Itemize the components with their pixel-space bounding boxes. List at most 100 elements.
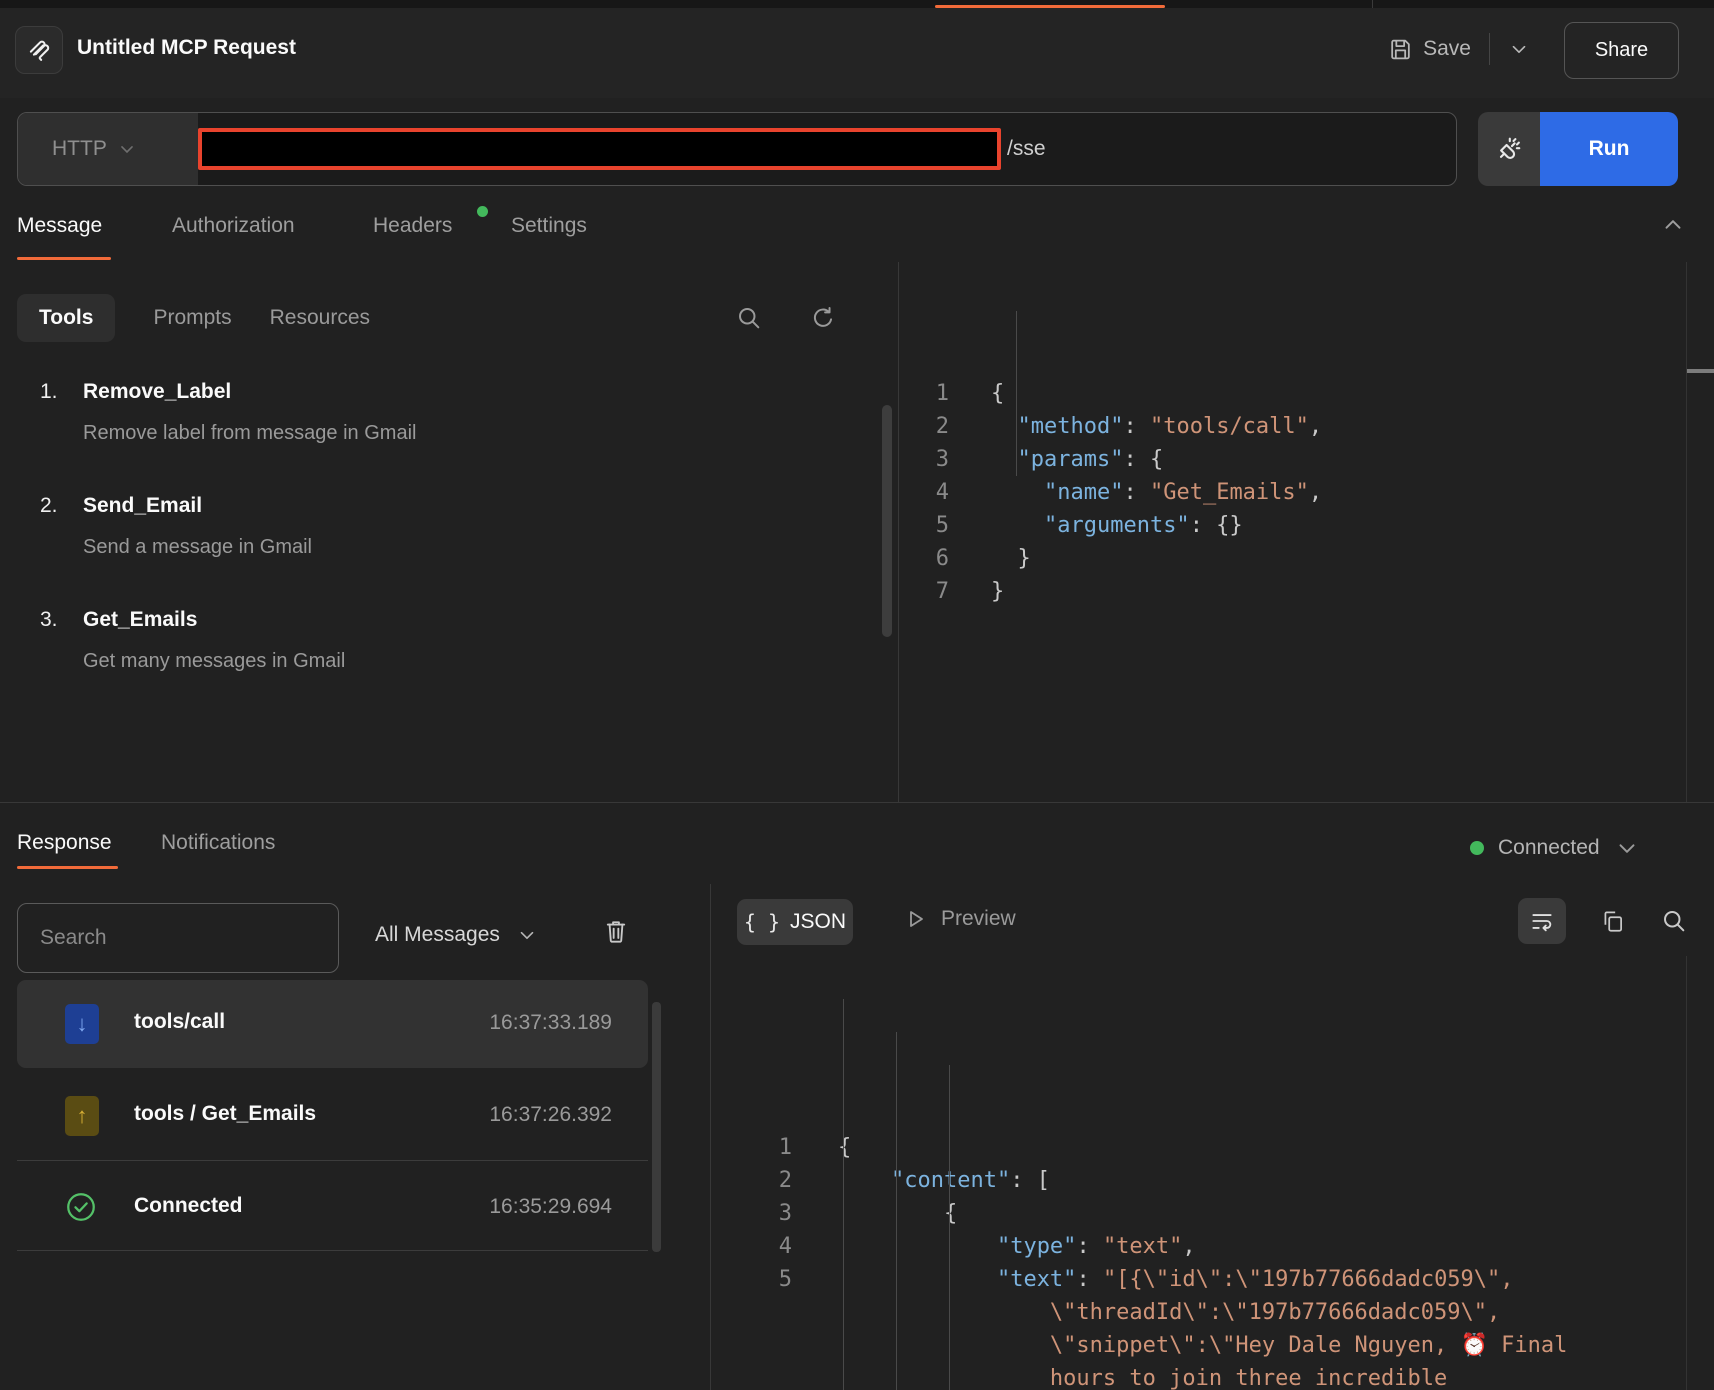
save-controls: Save: [1388, 26, 1530, 72]
code-line: hours to join three incredible: [710, 1362, 1686, 1390]
tab-prompts[interactable]: Prompts: [153, 306, 231, 330]
request-body-editor[interactable]: 1{2 "method": "tools/call",3 "params": {…: [899, 262, 1686, 802]
row-divider: [17, 1250, 648, 1251]
protocol-chevron-down-icon: [117, 139, 137, 159]
collapse-section-chevron-up-icon[interactable]: [1660, 212, 1686, 238]
code-line: 2 "content": [: [710, 1164, 1686, 1197]
code-line: \"snippet\":\"Hey Dale Nguyen, ⏰ Final: [710, 1329, 1686, 1362]
copy-icon[interactable]: [1600, 908, 1626, 934]
code-line: 5 "arguments": {}: [899, 509, 1686, 542]
tool-description: Get many messages in Gmail: [83, 650, 345, 673]
disconnect-button[interactable]: [1478, 112, 1540, 186]
word-wrap-icon: [1529, 908, 1555, 934]
message-row[interactable]: ↑ tools / Get_Emails 16:37:26.392: [17, 1072, 648, 1160]
check-circle-icon: [63, 1189, 99, 1225]
editor-scroll-track[interactable]: [1686, 262, 1714, 802]
tools-scrollbar[interactable]: [882, 405, 892, 637]
tab-strip-divider: [1372, 0, 1373, 8]
tab-resources[interactable]: Resources: [270, 306, 370, 330]
search-response-icon[interactable]: [1660, 907, 1688, 935]
tab-settings[interactable]: Settings: [511, 214, 587, 238]
url-row: HTTP /sse: [0, 112, 1714, 186]
server-url-input[interactable]: /sse: [198, 128, 1456, 170]
request-header: Untitled MCP Request Save Share: [0, 8, 1714, 98]
tab-headers[interactable]: Headers: [373, 214, 452, 238]
json-view-label: JSON: [790, 910, 846, 934]
run-button[interactable]: Run: [1540, 112, 1678, 186]
response-body-viewer[interactable]: 1{2 "content": [3 {4 "type": "text",5 "t…: [710, 960, 1686, 1390]
indent-guide: [896, 1032, 897, 1390]
search-icon[interactable]: [735, 304, 763, 332]
search-input[interactable]: [17, 903, 339, 973]
request-tabs: Message Authorization Headers Settings: [0, 198, 1714, 262]
plug-off-icon: [1493, 133, 1525, 165]
indent-guide: [1016, 311, 1017, 476]
run-controls: Run: [1478, 112, 1678, 186]
code-line: 1{: [710, 1131, 1686, 1164]
message-time: 16:35:29.694: [489, 1195, 612, 1219]
play-icon: [903, 907, 927, 931]
tool-name: Get_Emails: [83, 608, 197, 632]
filter-label: All Messages: [375, 923, 500, 947]
save-separator: [1489, 33, 1490, 65]
message-time: 16:37:33.189: [489, 1011, 612, 1035]
url-input-container: HTTP /sse: [17, 112, 1457, 186]
active-tab-underline: [17, 257, 111, 260]
redacted-url: [198, 128, 1001, 170]
protocol-select[interactable]: HTTP: [18, 113, 198, 185]
status-dot-icon: [1470, 841, 1484, 855]
messages-scrollbar[interactable]: [652, 1002, 661, 1252]
tool-index: 3.: [40, 608, 58, 632]
word-wrap-button[interactable]: [1518, 898, 1566, 944]
refresh-icon[interactable]: [809, 304, 837, 332]
response-section: Response Notifications Connected All Mes…: [0, 803, 1714, 1390]
message-time: 16:37:26.392: [489, 1103, 612, 1127]
tab-response[interactable]: Response: [17, 831, 112, 855]
indent-guide: [843, 999, 844, 1390]
arrow-down-badge-icon: ↓: [65, 1004, 99, 1044]
page-title: Untitled MCP Request: [77, 36, 296, 60]
code-line: 5 "text": "[{\"id\":\"197b77666dadc059\"…: [710, 1263, 1686, 1296]
browser-tab-strip: [0, 0, 1714, 8]
editor-scroll-thumb[interactable]: [1687, 369, 1714, 373]
message-row[interactable]: Connected 16:35:29.694: [17, 1164, 648, 1252]
message-filter-dropdown[interactable]: All Messages: [375, 923, 538, 947]
url-suffix: /sse: [1007, 137, 1046, 161]
tool-name: Send_Email: [83, 494, 202, 518]
preview-button[interactable]: Preview: [903, 907, 1016, 931]
code-line: 6 }: [899, 542, 1686, 575]
clear-messages-button[interactable]: [602, 917, 630, 945]
message-row[interactable]: ↓ tools/call 16:37:33.189: [17, 980, 648, 1068]
tab-notifications[interactable]: Notifications: [161, 831, 275, 855]
code-line: 2 "method": "tools/call",: [899, 410, 1686, 443]
tool-description: Remove label from message in Gmail: [83, 422, 416, 445]
tab-tools[interactable]: Tools: [17, 294, 115, 342]
save-chevron-down-icon[interactable]: [1508, 38, 1530, 60]
capability-actions: [735, 304, 837, 332]
viewer-scroll-track[interactable]: [1686, 956, 1714, 1390]
active-tab-underline: [17, 866, 118, 869]
message-label: Connected: [134, 1194, 243, 1218]
json-view-button[interactable]: { } JSON: [737, 899, 853, 945]
protocol-label: HTTP: [52, 137, 107, 161]
mcp-icon: [26, 37, 52, 63]
tab-message[interactable]: Message: [17, 214, 102, 238]
save-button[interactable]: Save: [1423, 37, 1471, 61]
preview-label: Preview: [941, 907, 1016, 931]
filter-chevron-down-icon: [516, 924, 538, 946]
connection-status[interactable]: Connected: [1470, 835, 1640, 861]
viewer-actions: [1518, 898, 1688, 944]
save-icon[interactable]: [1388, 37, 1413, 62]
arrow-up-badge-icon: ↑: [65, 1096, 99, 1136]
capability-tabs: Tools Prompts Resources: [17, 292, 370, 344]
code-line: 4 "type": "text",: [710, 1230, 1686, 1263]
status-label: Connected: [1498, 836, 1600, 860]
share-button[interactable]: Share: [1564, 22, 1679, 79]
trash-icon: [602, 917, 630, 945]
message-section: Tools Prompts Resources 1. Remove_Label …: [0, 262, 1714, 802]
tab-authorization[interactable]: Authorization: [172, 214, 295, 238]
status-chevron-down-icon[interactable]: [1614, 835, 1640, 861]
message-label: tools / Get_Emails: [134, 1102, 316, 1126]
message-label: tools/call: [134, 1010, 225, 1034]
code-line: \"threadId\":\"197b77666dadc059\",: [710, 1296, 1686, 1329]
